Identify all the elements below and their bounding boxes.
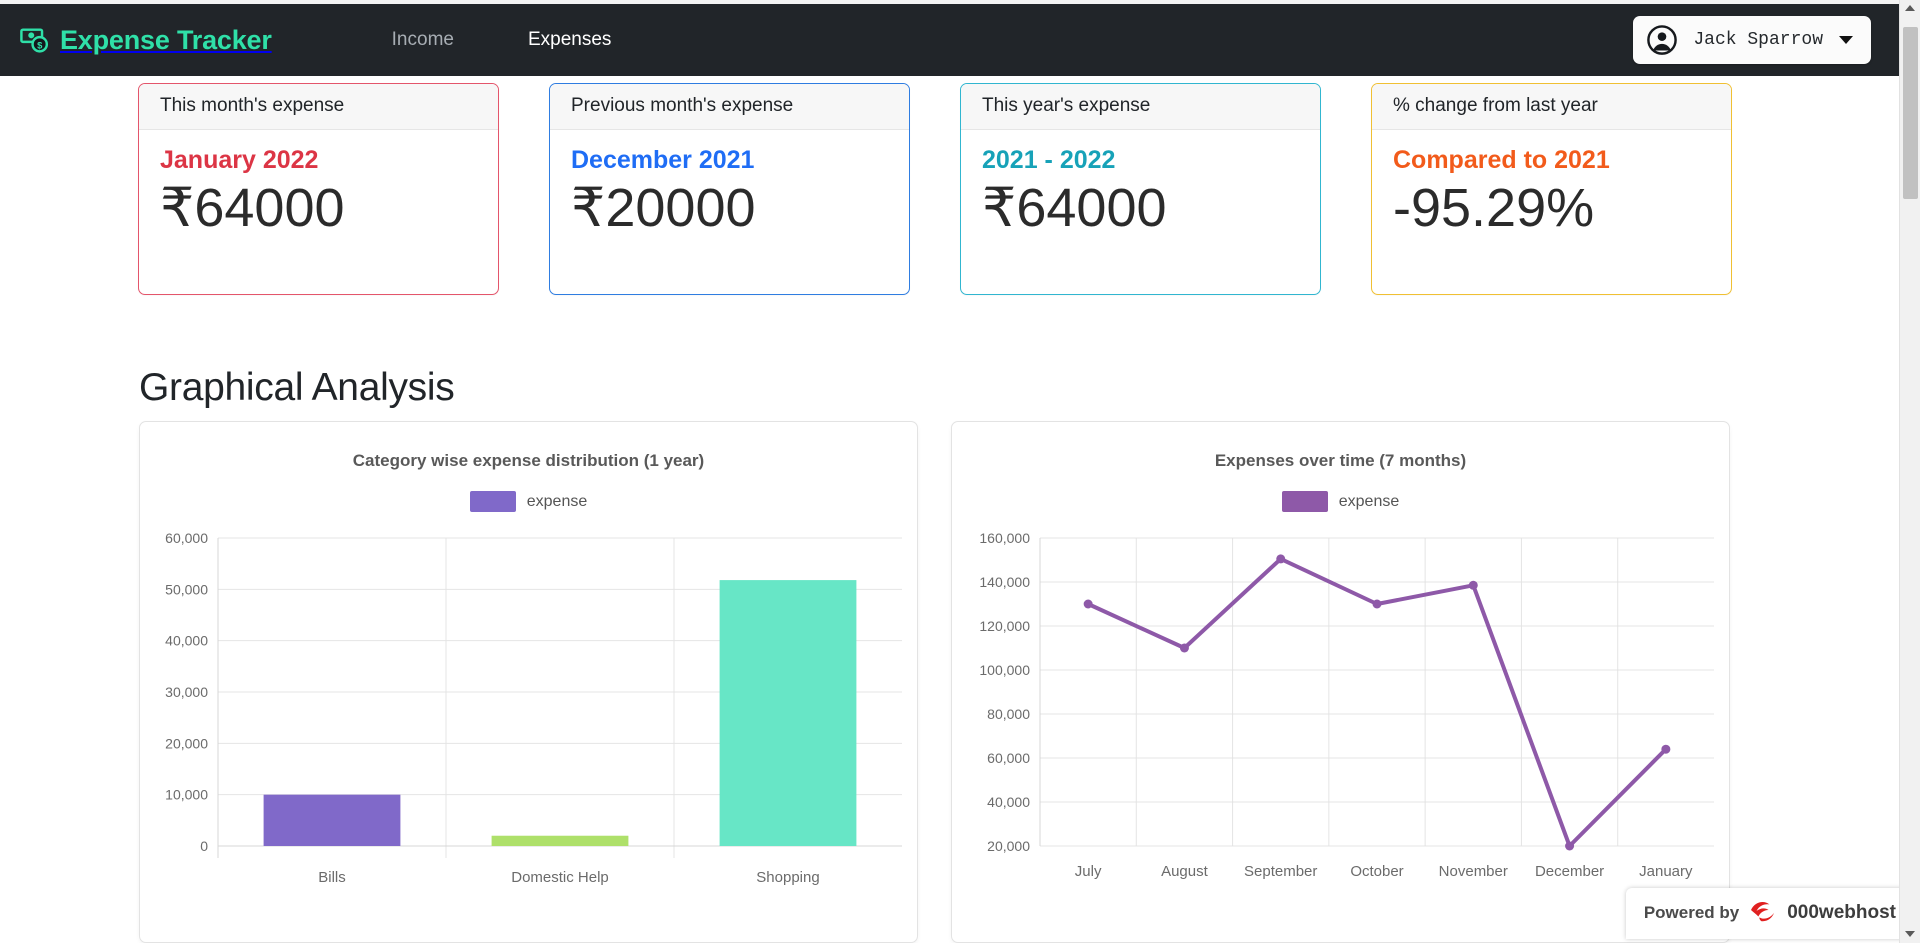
x-axis-tick-label: Domestic Help — [511, 869, 609, 886]
line-chart-plot: 20,000 40,000 60,000 80,000 100,000 120,000 14… — [952, 524, 1729, 924]
x-axis-tick-label: December — [1535, 863, 1604, 880]
stat-card-subtitle: Compared to 2021 — [1393, 146, 1610, 174]
vertical-scrollbar[interactable] — [1899, 0, 1920, 943]
stat-card-value: ₹64000 — [160, 178, 345, 238]
nav-link-income[interactable]: Income — [392, 29, 454, 51]
nav-links: Income Expenses — [392, 29, 612, 51]
data-point-august — [1179, 643, 1189, 653]
y-axis-tick-label: 140,000 — [979, 574, 1030, 590]
nav-link-expenses[interactable]: Expenses — [528, 29, 611, 51]
y-axis-tick-label: 80,000 — [987, 706, 1030, 722]
x-axis-tick-label: October — [1350, 863, 1403, 880]
legend-swatch — [1281, 491, 1328, 512]
bar-shopping — [719, 580, 857, 846]
data-point-november — [1468, 580, 1478, 590]
stat-card-this-year: This year's expense 2021 - 2022 ₹64000 — [960, 83, 1321, 295]
user-name-label: Jack Sparrow — [1693, 30, 1823, 50]
x-axis-tick-label: August — [1161, 863, 1209, 880]
chart-card-category-distribution: Category wise expense distribution (1 ye… — [139, 421, 918, 943]
stat-card-header: This month's expense — [139, 84, 498, 130]
y-axis-tick-label: 160,000 — [979, 530, 1030, 546]
y-axis-tick-label: 100,000 — [979, 662, 1030, 678]
y-axis-tick-label: 20,000 — [165, 735, 208, 751]
webhost-name-label: 000webhost — [1787, 901, 1896, 923]
y-axis-tick-label: 50,000 — [165, 581, 208, 597]
x-axis-tick-label: Shopping — [756, 869, 819, 886]
chart-legend[interactable]: expense — [952, 491, 1729, 512]
stat-card-percent-change: % change from last year Compared to 2021… — [1371, 83, 1732, 295]
brand-title: Expense Tracker — [60, 24, 272, 55]
brand-logo-link[interactable]: $ Expense Tracker — [20, 25, 272, 56]
user-circle-icon — [1647, 25, 1678, 55]
data-point-january — [1661, 744, 1671, 754]
stat-card-subtitle: 2021 - 2022 — [982, 146, 1116, 174]
stat-card-header: Previous month's expense — [550, 84, 909, 130]
stat-card-previous-month: Previous month's expense December 2021 ₹… — [549, 83, 910, 295]
y-axis-tick-label: 40,000 — [987, 794, 1030, 810]
y-axis-tick-label: 60,000 — [987, 750, 1030, 766]
stat-card-subtitle: January 2022 — [160, 146, 319, 174]
y-axis-tick-label: 30,000 — [165, 684, 208, 700]
stat-card-value: ₹20000 — [571, 178, 756, 238]
scrollbar-thumb[interactable] — [1903, 27, 1918, 199]
scroll-down-arrow-icon[interactable] — [1905, 931, 1915, 937]
stat-card-subtitle: December 2021 — [571, 146, 755, 174]
legend-label: expense — [526, 492, 588, 510]
data-point-september — [1276, 554, 1286, 564]
stat-card-header: This year's expense — [961, 84, 1320, 130]
data-point-december — [1565, 841, 1575, 851]
charts-row: Category wise expense distribution (1 ye… — [139, 421, 1730, 943]
x-axis-tick-label: Bills — [318, 869, 346, 886]
chart-legend[interactable]: expense — [140, 491, 917, 512]
y-axis-tick-label: 120,000 — [979, 618, 1030, 634]
chart-title: Category wise expense distribution (1 ye… — [352, 451, 705, 470]
svg-text:$: $ — [37, 40, 43, 50]
legend-label: expense — [1338, 492, 1400, 510]
bar-chart-plot: 0 10,000 20,000 30,000 40,000 50,000 60,000 Bil… — [140, 524, 917, 924]
stat-cards-row: This month's expense January 2022 ₹64000… — [138, 83, 1732, 295]
caret-down-icon — [1839, 36, 1853, 44]
scroll-up-arrow-icon[interactable] — [1905, 5, 1915, 11]
x-axis-tick-label: July — [1075, 863, 1102, 880]
x-axis-tick-label: January — [1639, 863, 1693, 880]
section-title-graphical-analysis: Graphical Analysis — [139, 366, 455, 409]
user-menu-button[interactable]: Jack Sparrow — [1633, 16, 1871, 64]
stat-card-this-month: This month's expense January 2022 ₹64000 — [138, 83, 499, 295]
powered-by-label: Powered by — [1643, 902, 1740, 922]
x-axis-tick-label: November — [1439, 863, 1508, 880]
stat-card-value: -95.29% — [1393, 178, 1595, 238]
stat-card-header: % change from last year — [1372, 84, 1731, 130]
y-axis-tick-label: 60,000 — [165, 530, 208, 546]
powered-by-webhost-badge[interactable]: Powered by 000webhost — [1625, 888, 1914, 939]
browser-viewport: $ Expense Tracker Income Expenses Jack S… — [0, 0, 1920, 943]
legend-swatch — [469, 491, 516, 512]
000webhost-logo-icon — [1748, 898, 1778, 927]
x-axis-tick-label: September — [1244, 863, 1317, 880]
data-point-july — [1083, 599, 1093, 609]
chart-card-expenses-over-time: Expenses over time (7 months) expense 20… — [951, 421, 1730, 943]
bar-domestic-help — [491, 835, 629, 846]
y-axis-tick-label: 20,000 — [987, 838, 1030, 854]
y-axis-tick-label: 40,000 — [165, 633, 208, 649]
money-bill-icon: $ — [20, 25, 50, 55]
top-navbar: $ Expense Tracker Income Expenses Jack S… — [0, 4, 1899, 76]
stat-card-value: ₹64000 — [982, 178, 1167, 238]
y-axis-tick-label: 0 — [200, 838, 208, 854]
data-point-october — [1372, 599, 1382, 609]
bar-bills — [263, 794, 401, 846]
chart-title: Expenses over time (7 months) — [1214, 451, 1467, 470]
y-axis-tick-label: 10,000 — [165, 787, 208, 803]
